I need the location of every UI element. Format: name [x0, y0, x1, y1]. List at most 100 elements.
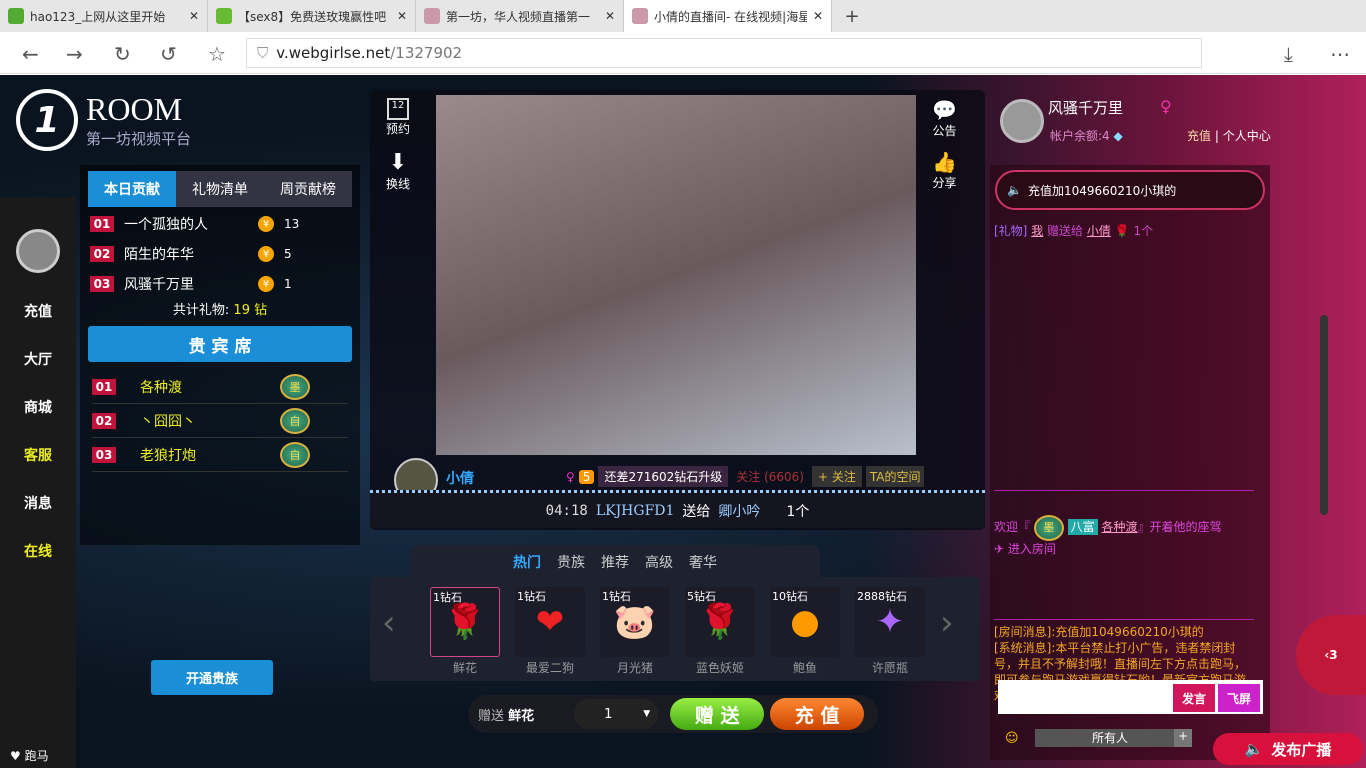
- tab-daily[interactable]: 本日贡献: [88, 171, 176, 207]
- close-icon[interactable]: ✕: [189, 9, 199, 23]
- gift-icon: ●: [790, 602, 820, 642]
- favicon-icon: [632, 8, 648, 24]
- schedule-button[interactable]: 12 预约: [386, 98, 410, 137]
- gift-item[interactable]: 2888钻石 ✦ 许愿瓶: [855, 587, 925, 676]
- gift-item[interactable]: 10钻石 ● 鲍鱼: [770, 587, 840, 676]
- expand-button[interactable]: +: [1174, 729, 1192, 747]
- give-button[interactable]: 赠 送: [670, 698, 765, 730]
- gift-message: [礼物] 我 赠送给 小倩 🌹 1个: [994, 224, 1154, 238]
- target-select[interactable]: 所有人: [1035, 729, 1185, 747]
- gift-icon: ❤: [535, 602, 565, 642]
- arrow-down-icon: ⬇: [388, 150, 408, 175]
- favicon-icon: [216, 8, 232, 24]
- car-icon: ✈: [994, 542, 1005, 556]
- gift-icon: 🌹: [698, 602, 742, 642]
- thumbs-up-icon: 👍: [932, 150, 957, 174]
- tab-gifts[interactable]: 礼物清单: [176, 171, 264, 207]
- browser-tab-active[interactable]: 小倩的直播间- 在线视频|海星 ✕: [624, 0, 832, 32]
- tab-recommend[interactable]: 推荐: [601, 552, 629, 572]
- sidebar-item-online[interactable]: 在线: [0, 527, 76, 575]
- browser-tab[interactable]: 【sex8】免费送玫瑰赢性吧 ✕: [208, 0, 416, 32]
- stage: 12 预约 ⬇ 换线 💬 公告 👍 分享 小倩 ♀ 5 还差271602钻石升级 关注 …: [370, 90, 985, 530]
- tab-advanced[interactable]: 高级: [645, 552, 673, 572]
- list-item[interactable]: 02 陌生的年华 ¥5: [90, 239, 350, 269]
- host-space-button[interactable]: TA的空间: [865, 466, 925, 487]
- coin-icon: ¥: [258, 246, 274, 262]
- more-icon[interactable]: ⋯: [1330, 42, 1350, 66]
- fly-screen-button[interactable]: 飞屏: [1218, 684, 1260, 712]
- tab-weekly[interactable]: 周贡献榜: [264, 171, 352, 207]
- back-icon[interactable]: ←: [22, 42, 39, 66]
- gift-panel: 热门 贵族 推荐 高级 奢华 ‹ 1钻石 🌹 鲜花 1钻石 ❤ 最爱二狗 1钻石 🐷 月光猪 5钻…: [370, 545, 980, 683]
- list-item[interactable]: 03 风骚千万里 ¥1: [90, 269, 350, 299]
- user-avatar[interactable]: [1000, 99, 1044, 143]
- close-icon[interactable]: ✕: [813, 9, 823, 23]
- sidebar-item-shop[interactable]: 商城: [0, 383, 76, 431]
- gift-item[interactable]: 5钻石 🌹 蓝色妖姬: [685, 587, 755, 676]
- emoji-icon[interactable]: ☺: [1005, 731, 1019, 746]
- gift-tabs: 热门 贵族 推荐 高级 奢华: [410, 545, 820, 579]
- diamond-icon: ◆: [1113, 129, 1123, 143]
- sidebar-item-service[interactable]: 客服: [0, 431, 76, 479]
- star-icon[interactable]: ☆: [208, 42, 226, 66]
- quantity-select[interactable]: 1 ▼: [574, 699, 659, 729]
- gift-item[interactable]: 1钻石 ❤ 最爱二狗: [515, 587, 585, 676]
- speak-button[interactable]: 发言: [1173, 684, 1215, 712]
- avatar[interactable]: [16, 229, 60, 273]
- refresh-icon[interactable]: ↻: [114, 42, 131, 66]
- next-arrow-icon[interactable]: ›: [940, 603, 954, 643]
- download-icon[interactable]: ⤓: [1284, 42, 1293, 66]
- side-collapse-button[interactable]: ‹ 3: [1296, 615, 1366, 695]
- list-item[interactable]: 01 一个孤独的人 ¥13: [90, 209, 350, 239]
- new-tab-button[interactable]: +: [832, 0, 872, 32]
- sidebar-item-lobby[interactable]: 大厅: [0, 335, 76, 383]
- personal-center-link[interactable]: 个人中心: [1223, 129, 1271, 143]
- list-item[interactable]: 01 各种渡墨: [92, 370, 348, 404]
- open-noble-button[interactable]: 开通贵族: [151, 660, 273, 695]
- list-item[interactable]: 03 老狼打炮自: [92, 438, 348, 472]
- rich-badge: 八富: [1067, 519, 1098, 535]
- horse-race-button[interactable]: ♥ 跑马: [10, 747, 49, 764]
- gift-list: ‹ 1钻石 🌹 鲜花 1钻石 ❤ 最爱二狗 1钻石 🐷 月光猪 5钻石 🌹 蓝色妖姬 10钻石 ● 鲍鱼 28…: [370, 577, 980, 681]
- close-icon[interactable]: ✕: [605, 9, 615, 23]
- recharge-button[interactable]: 充 值: [770, 698, 865, 730]
- coin-icon: ¥: [258, 276, 274, 292]
- shield-icon: ⛉: [257, 44, 269, 62]
- recharge-link[interactable]: 充值: [1187, 129, 1211, 143]
- tab-luxury[interactable]: 奢华: [689, 552, 717, 572]
- prev-arrow-icon[interactable]: ‹: [382, 603, 396, 643]
- speaker-icon: 🔈: [1244, 740, 1264, 758]
- sidebar-item-recharge[interactable]: 充值: [0, 287, 76, 335]
- gift-icon: 🐷: [613, 602, 657, 642]
- send-bar: 赠送 鲜花 1 ▼ 赠 送 充 值: [468, 695, 878, 733]
- tab-bar: hao123_上网从这里开始 ✕ 【sex8】免费送玫瑰赢性吧 ✕ 第一坊，华人视频…: [0, 0, 1366, 32]
- female-icon: ♀: [566, 469, 575, 484]
- url-input[interactable]: ⛉ v.webgirlse.net/1327902: [246, 38, 1202, 68]
- balance: 帐户余额:4 ◆: [1050, 129, 1123, 143]
- broadcast-button[interactable]: 🔈 发布广播: [1213, 733, 1363, 765]
- forward-icon[interactable]: →: [66, 42, 83, 66]
- gift-item[interactable]: 1钻石 🌹 鲜花: [430, 587, 500, 676]
- tab-noble[interactable]: 贵族: [557, 552, 585, 572]
- host-name: 小倩: [446, 471, 474, 487]
- list-item[interactable]: 02 丶囧囧丶自: [92, 404, 348, 438]
- notice-button[interactable]: 💬 公告: [932, 98, 957, 139]
- browser-tab[interactable]: 第一坊，华人视频直播第一 ✕: [416, 0, 624, 32]
- logo-icon: 1: [16, 89, 78, 151]
- chat-scrollbar[interactable]: [1320, 315, 1328, 515]
- vip-header: 贵 宾 席: [88, 326, 352, 362]
- gift-icon: ✦: [875, 602, 905, 642]
- video-player[interactable]: [436, 95, 916, 455]
- upgrade-text: 还差271602钻石升级: [598, 466, 729, 487]
- browser-tab[interactable]: hao123_上网从这里开始 ✕: [0, 0, 208, 32]
- undo-icon[interactable]: ↺: [160, 42, 177, 66]
- close-icon[interactable]: ✕: [397, 9, 407, 23]
- follow-button[interactable]: + 关注: [811, 466, 862, 487]
- female-icon: ♀: [1160, 97, 1172, 116]
- gift-icon: 🌹: [443, 602, 487, 642]
- switch-line-button[interactable]: ⬇ 换线: [386, 150, 410, 192]
- sidebar-item-messages[interactable]: 消息: [0, 479, 76, 527]
- tab-hot[interactable]: 热门: [513, 552, 541, 572]
- share-button[interactable]: 👍 分享: [932, 150, 957, 191]
- gift-item[interactable]: 1钻石 🐷 月光猪: [600, 587, 670, 676]
